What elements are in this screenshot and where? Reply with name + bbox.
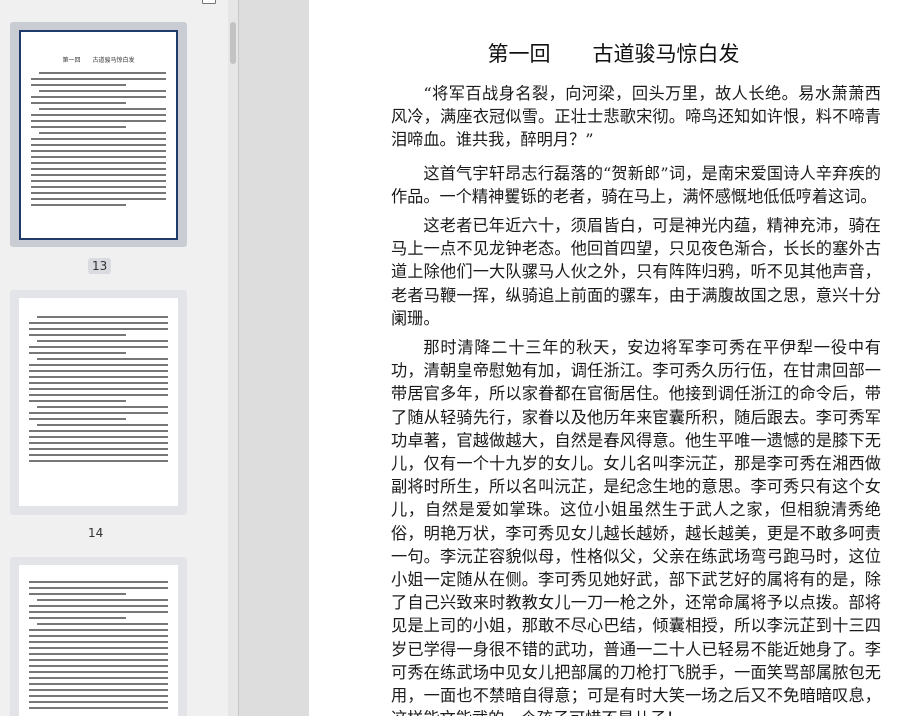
thumbnail-title: 第一回 古道骏马惊白发 (62, 57, 135, 64)
chapter-title: 第一回 古道骏马惊白发 (487, 42, 740, 66)
document-page: 第一回 古道骏马惊白发 “将军百战身名裂，向河梁，回头万里，故人长绝。易水萧萧西… (309, 0, 918, 716)
thumbnail-page-13[interactable]: 第一回 古道骏马惊白发 (10, 22, 187, 247)
paragraph: “将军百战身名裂，向河梁，回头万里，故人长绝。易水萧萧西风冷，满座衣冠似雪。正壮… (391, 84, 881, 150)
thumbnail-text-lines (29, 316, 168, 466)
sidebar-page-gutter (238, 0, 309, 716)
thumbnail-page-preview (19, 298, 178, 506)
thumbnail-page-14[interactable] (10, 290, 187, 515)
thumbnail-page-15[interactable] (10, 557, 187, 716)
thumbnail-page-preview (19, 565, 178, 716)
sidebar-toggle-icon[interactable] (202, 0, 216, 4)
thumbnail-text-lines (29, 581, 168, 713)
paragraph: 这首气宇轩昂志行磊落的“贺新郎”词，是南宋爱国诗人辛弃疾的作品。一个精神矍铄的老… (391, 163, 881, 206)
sidebar-scrollbar[interactable] (228, 0, 238, 716)
thumbnail-sidebar: 第一回 古道骏马惊白发 13 14 (0, 0, 238, 716)
thumbnail-page-label: 14 (88, 526, 104, 540)
chapter-body: “将军百战身名裂，向河梁，回头万里，故人长绝。易水萧萧西风冷，满座衣冠似雪。正壮… (391, 82, 881, 716)
thumbnail-page-label: 13 (88, 258, 112, 274)
paragraph: 这老者已年近六十，须眉皆白，可是神光内蕴，精神充沛，骑在马上一点不见龙钟老态。他… (391, 216, 881, 328)
thumbnail-page-preview: 第一回 古道骏马惊白发 (19, 30, 178, 240)
paragraph: 那时清降二十三年的秋天，安边将军李可秀在平伊犁一役中有功，清朝皇帝慰勉有加，调任… (391, 338, 881, 716)
thumbnail-text-lines (31, 72, 166, 210)
sidebar-scroll-thumb[interactable] (230, 22, 236, 64)
